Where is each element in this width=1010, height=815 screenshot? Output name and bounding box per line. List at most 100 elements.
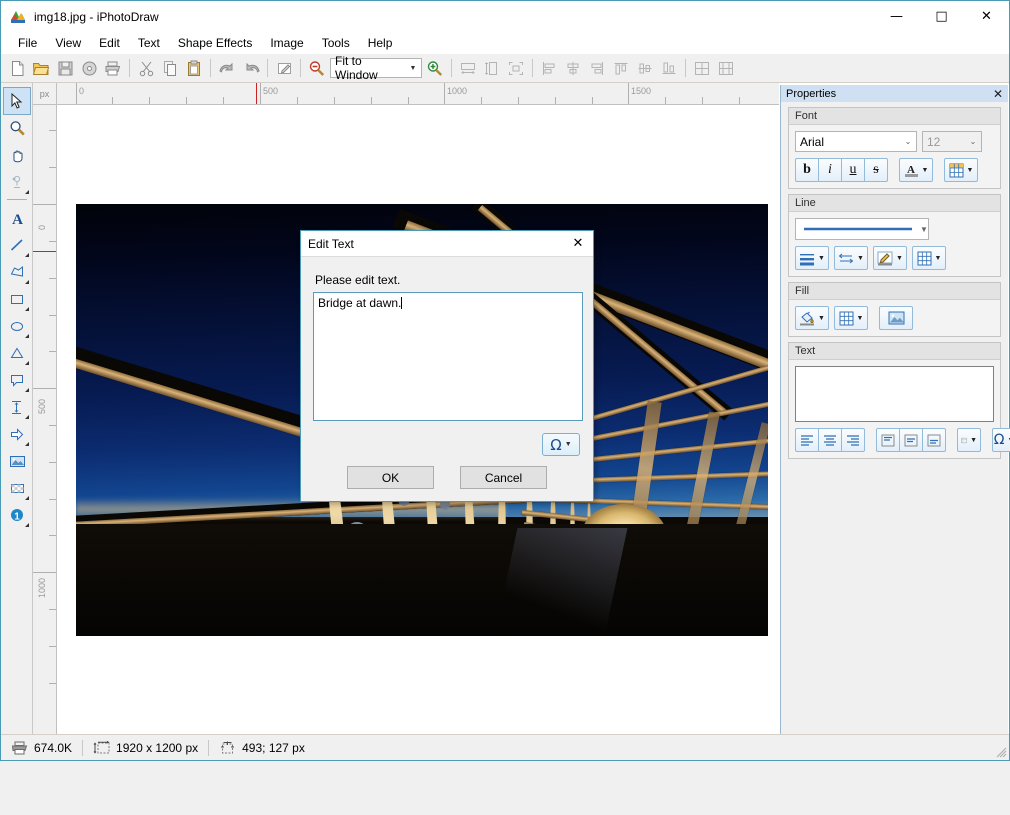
fit-height-icon[interactable] <box>480 56 504 80</box>
cut-icon[interactable] <box>134 56 158 80</box>
menu-shape-effects[interactable]: Shape Effects <box>169 33 262 53</box>
edit-text-dialog[interactable]: Edit Text ✕ Please edit text. Bridge at … <box>300 230 594 502</box>
line-pattern-button[interactable]: ▼ <box>912 246 946 270</box>
status-bar: 674.0K 1920 x 1200 px 493; 127 px <box>1 734 1009 760</box>
menu-file[interactable]: File <box>9 33 46 53</box>
align-text-right-button[interactable] <box>841 428 865 452</box>
menu-help[interactable]: Help <box>359 33 402 53</box>
strikethrough-button[interactable]: s <box>864 158 888 182</box>
undo-icon[interactable] <box>215 56 239 80</box>
align-center-icon[interactable] <box>561 56 585 80</box>
menu-tools[interactable]: Tools <box>313 33 359 53</box>
minimize-button[interactable]: — <box>874 1 919 32</box>
print-icon[interactable] <box>101 56 125 80</box>
node-edit-tool[interactable] <box>4 169 30 195</box>
triangle-tool[interactable] <box>4 340 30 366</box>
cancel-button[interactable]: Cancel <box>460 466 547 489</box>
callout-tool[interactable] <box>4 367 30 393</box>
new-icon[interactable] <box>5 56 29 80</box>
svg-text:1: 1 <box>14 511 20 522</box>
dialog-close-button[interactable]: ✕ <box>563 231 593 256</box>
line-width-button[interactable]: ▼ <box>795 246 829 270</box>
line-color-button[interactable]: ▼ <box>873 246 907 270</box>
edit-shape-icon[interactable] <box>272 56 296 80</box>
italic-button[interactable]: i <box>818 158 842 182</box>
open-icon[interactable] <box>29 56 53 80</box>
save-icon[interactable] <box>53 56 77 80</box>
text-content-input[interactable] <box>795 366 994 422</box>
menu-image[interactable]: Image <box>261 33 312 53</box>
status-dimensions: 1920 x 1200 px <box>83 735 208 761</box>
font-color-button[interactable]: A ▼ <box>899 158 933 182</box>
valign-middle-button[interactable] <box>899 428 923 452</box>
strikethrough-icon: s <box>873 162 878 178</box>
dimension-tool[interactable] <box>4 394 30 420</box>
zoom-level-combo[interactable]: Fit to Window ▼ <box>330 58 422 78</box>
number-tag-tool[interactable]: 1 <box>4 502 30 528</box>
pan-tool[interactable] <box>4 142 30 168</box>
text-tool[interactable]: A <box>4 205 30 231</box>
rectangle-tool[interactable] <box>4 286 30 312</box>
align-text-left-button[interactable] <box>795 428 819 452</box>
edit-text-input[interactable]: Bridge at dawn. <box>313 292 583 421</box>
copy-icon[interactable] <box>158 56 182 80</box>
vruler-minor-tick <box>49 278 56 279</box>
align-left-icon[interactable] <box>537 56 561 80</box>
valign-bottom-button[interactable] <box>922 428 946 452</box>
bold-button[interactable]: b <box>795 158 819 182</box>
image-tool[interactable] <box>4 448 30 474</box>
chevron-down-icon: ▼ <box>935 255 942 262</box>
insert-symbol-button[interactable]: Ω ▼ <box>542 433 580 456</box>
maximize-button[interactable]: □ <box>919 1 964 32</box>
fit-width-icon[interactable] <box>456 56 480 80</box>
ok-button[interactable]: OK <box>347 466 434 489</box>
font-effects-button[interactable]: ▼ <box>944 158 978 182</box>
zoom-out-icon[interactable] <box>305 56 329 80</box>
align-top-icon[interactable] <box>609 56 633 80</box>
hruler-label-500: 500 <box>263 86 278 96</box>
resize-grip-icon[interactable] <box>995 746 1007 758</box>
ellipse-tool[interactable] <box>4 313 30 339</box>
transparency-tool[interactable] <box>4 475 30 501</box>
close-button[interactable]: ✕ <box>964 1 1009 32</box>
fill-pattern-button[interactable]: ▼ <box>834 306 868 330</box>
fit-selection-icon[interactable] <box>504 56 528 80</box>
arrow-tool[interactable] <box>4 421 30 447</box>
menu-view[interactable]: View <box>46 33 90 53</box>
valign-top-button[interactable] <box>876 428 900 452</box>
align-text-center-button[interactable] <box>818 428 842 452</box>
chevron-down-icon: ▼ <box>970 437 977 444</box>
font-size-combo[interactable]: 12 ⌄ <box>922 131 982 152</box>
align-right-icon[interactable] <box>585 56 609 80</box>
zoom-in-icon[interactable] <box>423 56 447 80</box>
zoom-tool[interactable] <box>4 115 30 141</box>
photo-road-rail <box>495 528 628 636</box>
app-icon <box>10 9 26 25</box>
text-box-style-button[interactable]: ▼ <box>957 428 981 452</box>
fill-color-button[interactable]: ▼ <box>795 306 829 330</box>
line-style-combo[interactable]: ▼ <box>795 218 929 240</box>
text-group-body: ▼ Ω ▼ <box>789 360 1000 458</box>
text-symbol-button[interactable]: Ω ▼ <box>992 428 1010 452</box>
burn-icon[interactable] <box>77 56 101 80</box>
omega-icon: Ω <box>550 436 561 454</box>
paste-icon[interactable] <box>182 56 206 80</box>
underline-button[interactable]: u <box>841 158 865 182</box>
fill-image-button[interactable] <box>879 306 913 330</box>
toolbar-separator <box>210 59 211 77</box>
menu-text[interactable]: Text <box>129 33 169 53</box>
menu-edit[interactable]: Edit <box>90 33 129 53</box>
tool-expand-corner <box>25 280 29 284</box>
align-middle-icon[interactable] <box>633 56 657 80</box>
polygon-tool[interactable] <box>4 259 30 285</box>
distribute-horizontal-icon[interactable] <box>690 56 714 80</box>
select-tool[interactable] <box>4 88 30 114</box>
close-icon[interactable]: ✕ <box>993 87 1003 101</box>
redo-icon[interactable] <box>239 56 263 80</box>
align-bottom-icon[interactable] <box>657 56 681 80</box>
line-tool[interactable] <box>4 232 30 258</box>
line-arrows-button[interactable]: ▼ <box>834 246 868 270</box>
font-family-combo[interactable]: Arial ⌄ <box>795 131 917 152</box>
svg-text:A: A <box>12 212 23 227</box>
distribute-vertical-icon[interactable] <box>714 56 738 80</box>
